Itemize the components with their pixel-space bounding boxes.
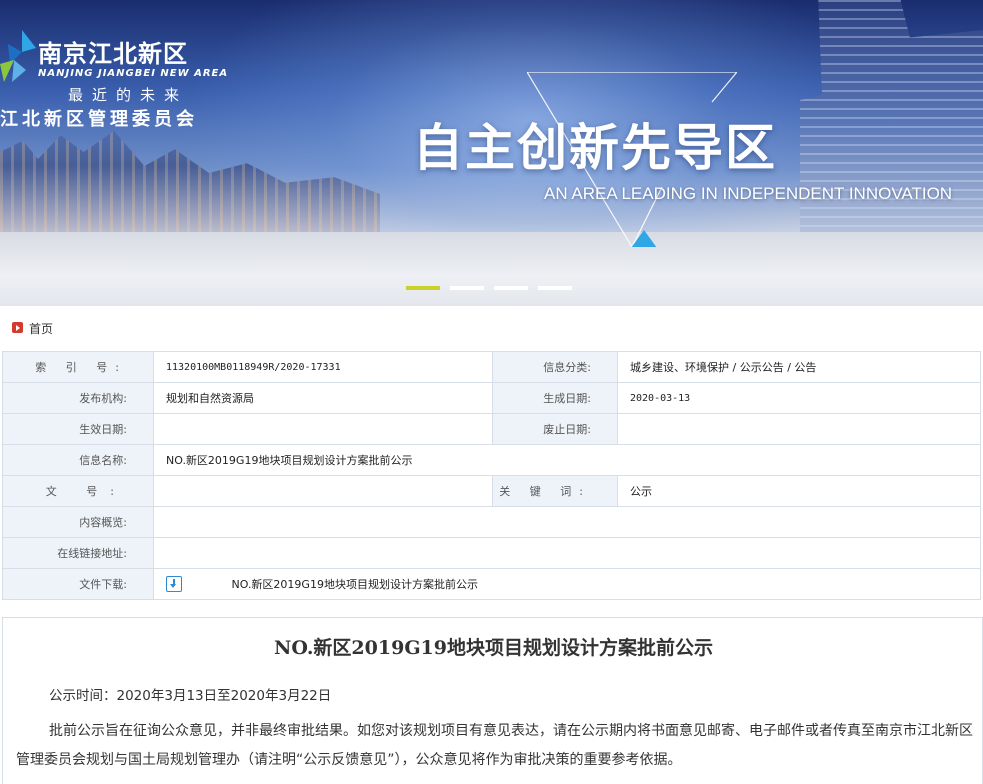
announcement-period: 公示时间：2020年3月13日至2020年3月22日 <box>49 688 332 704</box>
file-download-cell: NO.新区2019G19地块项目规划设计方案批前公示 <box>153 568 981 600</box>
banner-subtitle: AN AREA LEADING IN INDEPENDENT INNOVATIO… <box>544 184 953 203</box>
info-name-value: NO.新区2019G19地块项目规划设计方案批前公示 <box>153 444 981 476</box>
slider-dot-2[interactable] <box>450 286 484 290</box>
document-number-label: 文 号: <box>2 475 154 507</box>
hero-banner: 南京江北新区 NANJING JIANGBEI NEW AREA 最近的未来 江… <box>0 0 983 306</box>
logo-english-name: NANJING JIANGBEI NEW AREA <box>38 68 229 79</box>
table-row: 文 号: 关 键 词: 公示 <box>2 475 981 507</box>
publisher-value: 规划和自然资源局 <box>153 382 493 414</box>
table-row: 索 引 号: 11320100MB0118949R/2020-17331 信息分… <box>2 351 981 383</box>
banner-title: 自主创新先导区 <box>413 119 777 177</box>
category-value: 城乡建设、环境保护 / 公示公告 / 公告 <box>617 351 981 383</box>
info-name-label: 信息名称: <box>2 444 154 476</box>
summary-value <box>153 506 981 538</box>
publisher-label: 发布机构: <box>2 382 154 414</box>
logo-slogan: 最近的未来 <box>68 86 189 104</box>
index-number-value: 11320100MB0118949R/2020-17331 <box>153 351 493 383</box>
table-row: 文件下载: NO.新区2019G19地块项目规划设计方案批前公示 <box>2 568 981 600</box>
slider-dot-4[interactable] <box>538 286 572 290</box>
created-date-value: 2020-03-13 <box>617 382 981 414</box>
file-download-label: 文件下载: <box>2 568 154 600</box>
logo-name: 南京江北新区 <box>38 40 188 68</box>
article-body-paragraph: 批前公示旨在征询公众意见，并非最终审批结果。如您对该规划项目有意见表达，请在公示… <box>16 723 973 768</box>
effective-date-label: 生效日期: <box>2 413 154 445</box>
banner-city-tower-right <box>800 0 983 250</box>
logo-mark-icon <box>0 30 36 82</box>
effective-date-value <box>153 413 493 445</box>
keywords-value: 公示 <box>617 475 981 507</box>
keywords-label: 关 键 词: <box>492 475 618 507</box>
banner-plaza-ground <box>0 232 983 306</box>
online-link-value <box>153 537 981 569</box>
download-icon[interactable] <box>166 576 182 592</box>
document-number-value <box>153 475 493 507</box>
article-title: NO.新区2019G19地块项目规划设计方案批前公示 <box>274 637 713 659</box>
created-date-label: 生成日期: <box>492 382 618 414</box>
slider-dot-1[interactable] <box>406 286 440 290</box>
summary-label: 内容概览: <box>2 506 154 538</box>
expiry-date-label: 废止日期: <box>492 413 618 445</box>
table-row: 内容概览: <box>2 506 981 538</box>
online-link-label: 在线链接地址: <box>2 537 154 569</box>
table-row: 在线链接地址: <box>2 537 981 569</box>
site-logo[interactable]: 南京江北新区 NANJING JIANGBEI NEW AREA 最近的未来 江… <box>0 28 227 130</box>
table-row: 信息名称: NO.新区2019G19地块项目规划设计方案批前公示 <box>2 444 981 476</box>
blue-triangle-icon <box>631 230 657 247</box>
table-row: 生效日期: 废止日期: <box>2 413 981 445</box>
breadcrumb-play-icon <box>12 322 23 333</box>
expiry-date-value <box>617 413 981 445</box>
category-label: 信息分类: <box>492 351 618 383</box>
table-row: 发布机构: 规划和自然资源局 生成日期: 2020-03-13 <box>2 382 981 414</box>
slider-dot-3[interactable] <box>494 286 528 290</box>
index-number-label: 索 引 号: <box>2 351 154 383</box>
breadcrumb-home-link[interactable]: 首页 <box>29 320 53 337</box>
article-content: NO.新区2019G19地块项目规划设计方案批前公示 公示时间：2020年3月1… <box>2 617 983 784</box>
file-download-link[interactable]: NO.新区2019G19地块项目规划设计方案批前公示 <box>232 578 478 591</box>
document-info-table: 索 引 号: 11320100MB0118949R/2020-17331 信息分… <box>2 351 981 600</box>
logo-organization: 江北新区管理委员会 <box>0 109 198 130</box>
